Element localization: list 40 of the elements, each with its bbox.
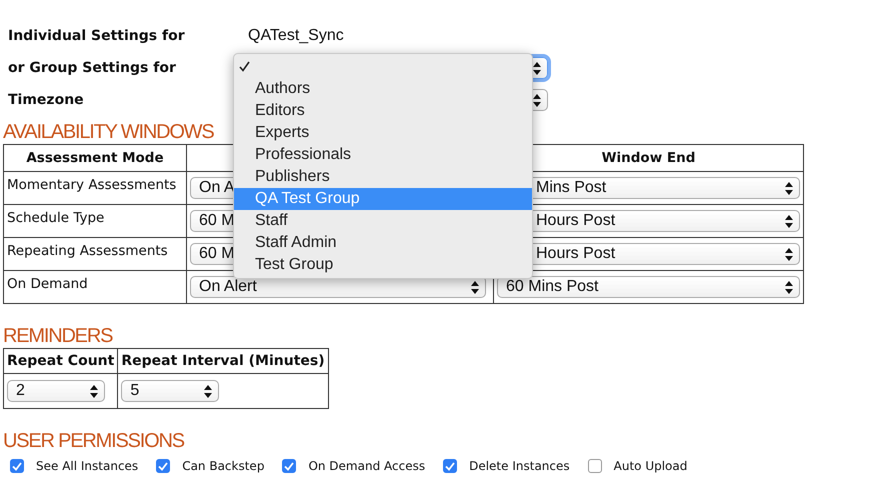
column-header: Repeat Count [4,348,118,374]
field-label: or Group Settings for [8,60,177,76]
check-icon [239,61,250,72]
checkbox-label: Auto Upload [614,459,688,473]
section-heading: REMINDERS [3,324,112,348]
select-field[interactable]: 2 [7,380,105,402]
menu-item[interactable]: Editors [234,100,532,122]
field-label: Individual Settings for [8,28,186,44]
checkbox[interactable] [282,459,296,473]
dropdown-arrows-icon [533,62,541,74]
table-cell: Momentary Assessments [4,172,186,204]
select-field[interactable]: 5 [121,380,220,402]
section-heading: USER PERMISSIONS [3,429,184,453]
dropdown-arrows-icon [204,384,212,398]
table-cell: On Demand [4,270,186,304]
dropdown-arrows-icon [785,214,793,228]
checkbox-label: See All Instances [36,459,138,473]
dropdown-arrows-icon [90,384,98,398]
column-header: Repeat Interval (Minutes) [118,348,328,374]
select-field[interactable]: 60 Mins Post [497,276,800,298]
section-heading: AVAILABILITY WINDOWS [3,120,214,144]
menu-item[interactable]: Experts [234,122,532,144]
dropdown-arrows-icon [471,280,479,294]
dropdown-arrows-icon [785,248,793,260]
table-cell: Schedule Type [4,204,186,238]
dropdown-arrows-icon [533,94,541,106]
checkbox[interactable] [156,459,170,473]
column-header: Assessment Mode [4,144,186,172]
checkbox-label: Delete Instances [469,459,570,473]
dropdown-arrows-icon [785,182,793,194]
dropdown-arrows-icon [785,280,793,294]
checkbox[interactable] [588,459,602,473]
field-label: Timezone [8,92,85,108]
checkbox-label: Can Backstep [182,459,264,473]
menu-item[interactable]: Authors [234,78,532,100]
checkbox[interactable] [10,459,24,473]
checkbox-label: On Demand Access [308,459,426,473]
checkbox[interactable] [443,459,458,473]
user-name: QATest_Sync [247,27,345,45]
table-cell: Repeating Assessments [4,238,186,270]
